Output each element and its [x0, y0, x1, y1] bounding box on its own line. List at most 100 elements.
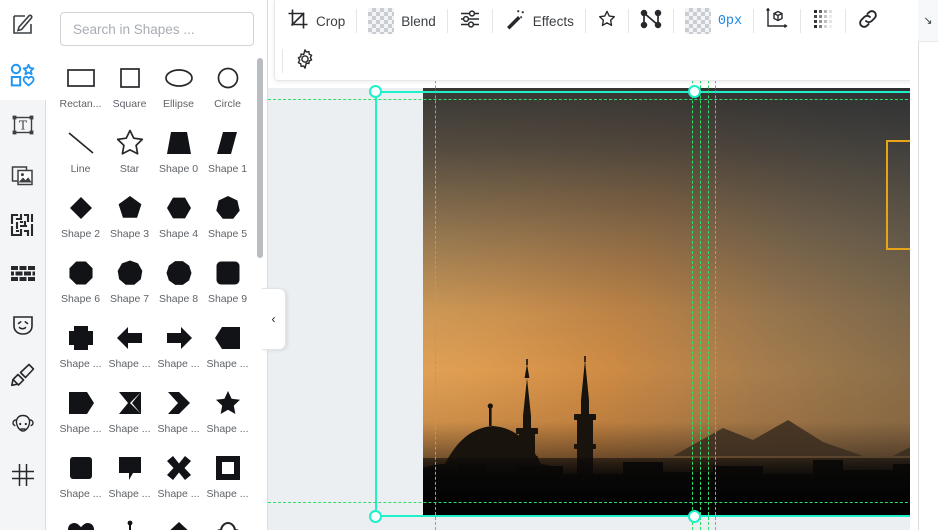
- canvas-stage[interactable]: My Quran Study Journ: [268, 0, 938, 530]
- paint-brush-icon: [10, 362, 36, 388]
- selection-handle-top-left[interactable]: [369, 85, 382, 98]
- shape-item[interactable]: [56, 513, 105, 530]
- images-tool[interactable]: [0, 150, 46, 200]
- selection-handle-bottom-left[interactable]: [369, 510, 382, 523]
- collapse-panel-button[interactable]: ‹: [262, 288, 286, 350]
- chevron-right-icon: [154, 383, 203, 423]
- animal-tool[interactable]: [0, 400, 46, 450]
- hexagon-icon: [154, 188, 203, 228]
- perspective-button[interactable]: [757, 5, 797, 37]
- selection-handle-bottom-mid[interactable]: [688, 510, 701, 523]
- shape-item[interactable]: Shape 1: [203, 123, 252, 188]
- toolbar-separator: [491, 9, 493, 33]
- dots-scatter-icon: [105, 513, 154, 530]
- border-value: 0px: [717, 13, 743, 29]
- shapes-tool[interactable]: [0, 50, 46, 100]
- shape-item-label: Shape 5: [207, 228, 248, 240]
- toolbar-separator: [584, 9, 586, 33]
- decagon-icon: [154, 253, 203, 293]
- shape-item[interactable]: Line: [56, 123, 105, 188]
- shape-item[interactable]: [154, 513, 203, 530]
- shape-item[interactable]: Shape ...: [154, 383, 203, 448]
- shapes-icon: [10, 63, 36, 87]
- shape-item[interactable]: Shape ...: [203, 318, 252, 383]
- shape-item[interactable]: Rectan...: [56, 58, 105, 123]
- shape-item-label: Shape ...: [108, 488, 151, 500]
- search-input[interactable]: [60, 12, 254, 46]
- bricks-tool[interactable]: [0, 250, 46, 300]
- toolbar-separator: [282, 49, 283, 73]
- shape-item[interactable]: Shape 9: [203, 253, 252, 318]
- shape-item[interactable]: Square: [105, 58, 154, 123]
- artboard[interactable]: My Quran Study Journ: [423, 88, 938, 516]
- selection-handle-top-mid[interactable]: [688, 85, 701, 98]
- photo-layer[interactable]: [423, 88, 938, 516]
- shape-item[interactable]: [203, 513, 252, 530]
- settings-button[interactable]: [286, 45, 324, 77]
- shape-item[interactable]: Shape 4: [154, 188, 203, 253]
- shape-item[interactable]: Shape 7: [105, 253, 154, 318]
- shape-item[interactable]: Shape ...: [56, 318, 105, 383]
- right-side-panel[interactable]: ↘: [918, 0, 938, 530]
- shape-item-label: Shape ...: [206, 423, 249, 435]
- grid-tool[interactable]: [0, 450, 46, 500]
- shape-item[interactable]: Shape ...: [105, 448, 154, 513]
- shapes-grid-scroll[interactable]: Rectan... Square Ellipse Circle Line Star Shap…: [46, 55, 267, 530]
- gear-icon: [294, 48, 316, 75]
- right-panel-header[interactable]: ↘: [918, 0, 938, 42]
- shape-item-label: Shape ...: [206, 488, 249, 500]
- shape-item[interactable]: Shape ...: [56, 383, 105, 448]
- toolbar-separator: [845, 9, 847, 33]
- shape-item[interactable]: Shape 0: [154, 123, 203, 188]
- heptagon-icon: [203, 188, 252, 228]
- shape-item-label: Shape 3: [109, 228, 150, 240]
- maze-icon: [10, 213, 36, 237]
- svg-text:T: T: [18, 119, 26, 133]
- chevron-icon: ↘: [923, 15, 933, 27]
- shape-item-label: Shape 6: [60, 293, 101, 305]
- emoji-tool[interactable]: [0, 300, 46, 350]
- shape-item-label: Shape 4: [158, 228, 199, 240]
- guide-horizontal: [268, 99, 938, 100]
- shape-item[interactable]: Shape 8: [154, 253, 203, 318]
- shape-item[interactable]: Shape ...: [203, 383, 252, 448]
- shape-item[interactable]: Shape ...: [154, 448, 203, 513]
- shape-item[interactable]: Shape 5: [203, 188, 252, 253]
- text-tool[interactable]: T: [0, 100, 46, 150]
- shape-item-label: Ellipse: [163, 98, 194, 110]
- chevron-left-icon: ‹: [271, 312, 276, 326]
- shape-item[interactable]: Ellipse: [154, 58, 203, 123]
- border-button[interactable]: 0px: [677, 5, 750, 37]
- shapes-panel-scrollbar[interactable]: [257, 58, 263, 258]
- shape-item[interactable]: Shape ...: [105, 383, 154, 448]
- shapes-panel: Rectan... Square Ellipse Circle Line Star Shap…: [46, 0, 268, 530]
- adjust-button[interactable]: [451, 5, 489, 37]
- blend-button[interactable]: Blend: [360, 5, 444, 37]
- shape-item[interactable]: Circle: [203, 58, 252, 123]
- flag-left-icon: [203, 318, 252, 358]
- shape-item[interactable]: Shape ...: [203, 448, 252, 513]
- shape-item[interactable]: Shape ...: [56, 448, 105, 513]
- draw-edit-tool[interactable]: [0, 0, 46, 50]
- crop-button[interactable]: Crop: [279, 5, 353, 37]
- shape-item[interactable]: Shape ...: [154, 318, 203, 383]
- shape-item[interactable]: Star: [105, 123, 154, 188]
- hash-grid-icon: [10, 462, 36, 488]
- link-button[interactable]: [849, 5, 887, 37]
- brush-tool[interactable]: [0, 350, 46, 400]
- maze-tool[interactable]: [0, 200, 46, 250]
- effects-button[interactable]: Effects: [496, 5, 582, 37]
- shape-item[interactable]: [105, 513, 154, 530]
- crop-label: Crop: [316, 13, 346, 29]
- cube-axes-icon: [765, 7, 789, 36]
- ellipse-icon: [154, 58, 203, 98]
- shape-item[interactable]: Shape 3: [105, 188, 154, 253]
- shape-item[interactable]: Shape 2: [56, 188, 105, 253]
- shape-item[interactable]: Shape ...: [105, 318, 154, 383]
- shape-style-button[interactable]: [589, 5, 625, 37]
- path-nodes-button[interactable]: [632, 5, 670, 37]
- shape-item[interactable]: Shape 6: [56, 253, 105, 318]
- shape-item-label: Shape 2: [60, 228, 101, 240]
- halftone-button[interactable]: [804, 5, 842, 37]
- shape-item-label: Shape ...: [59, 358, 102, 370]
